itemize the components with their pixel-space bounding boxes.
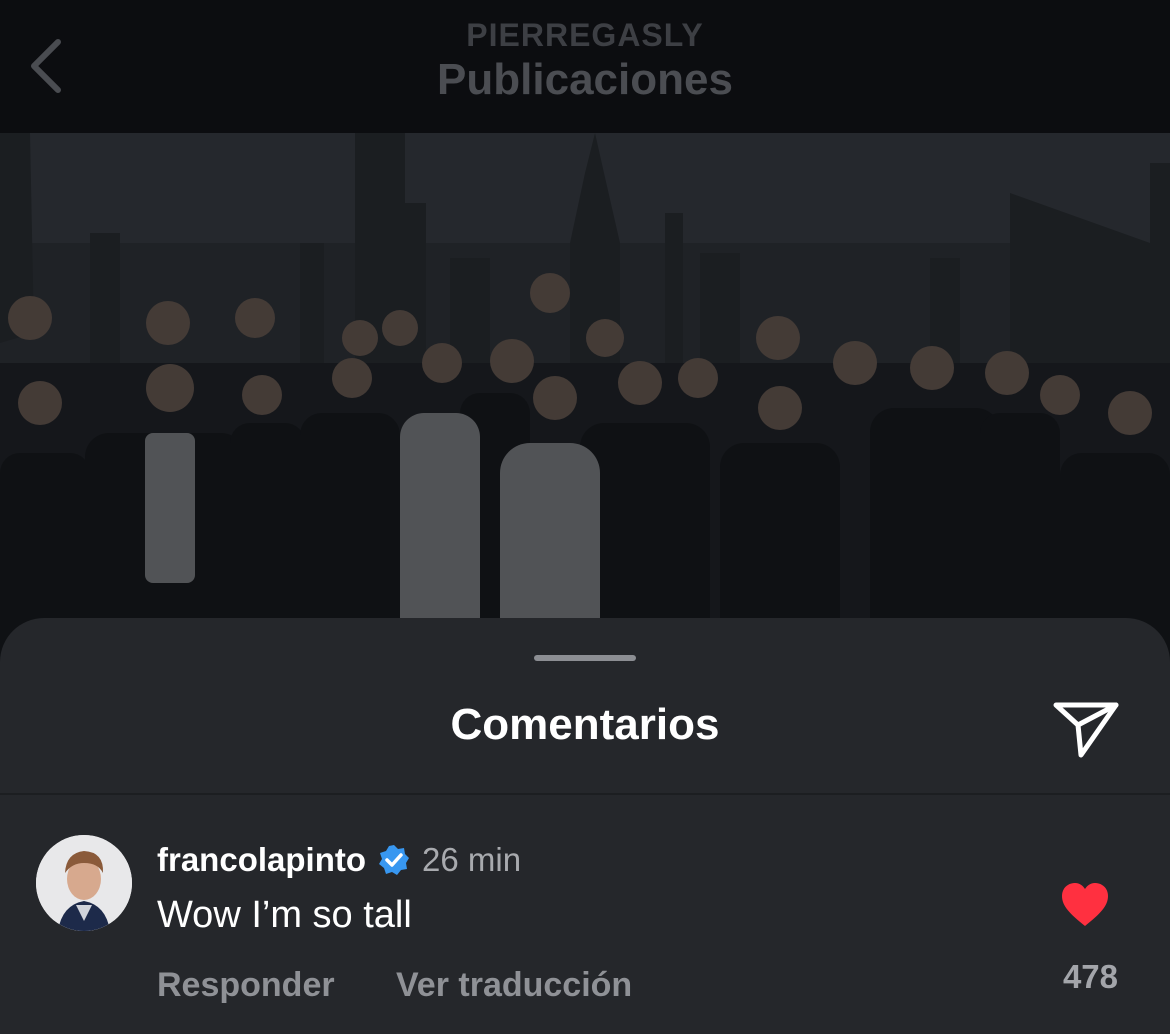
comment-timestamp: 26 min bbox=[422, 841, 522, 878]
reply-button[interactable]: Responder bbox=[157, 966, 335, 1005]
post-photo[interactable] bbox=[0, 133, 1170, 693]
like-button[interactable] bbox=[1058, 880, 1112, 930]
sheet-title: Comentarios bbox=[450, 700, 720, 749]
sheet-grab-handle[interactable] bbox=[534, 655, 636, 661]
comment-text: Wow I’m so tall bbox=[157, 894, 412, 936]
top-bar: PIERREGASLY Publicaciones bbox=[0, 0, 1170, 133]
post-photo-image bbox=[0, 133, 1170, 693]
like-count: 478 bbox=[1062, 958, 1118, 995]
comment-header: francolapinto 26 min bbox=[157, 838, 521, 882]
see-translation-button[interactable]: Ver traducción bbox=[396, 966, 632, 1005]
verified-badge-icon bbox=[378, 844, 410, 876]
header-username: PIERREGASLY bbox=[466, 17, 704, 53]
share-button[interactable] bbox=[1048, 696, 1124, 760]
comments-sheet: Comentarios francolapinto 26 min Wow I’m… bbox=[0, 618, 1170, 1034]
heart-icon bbox=[1062, 883, 1108, 926]
avatar[interactable] bbox=[36, 835, 132, 931]
page-title: Publicaciones bbox=[437, 55, 733, 104]
sheet-divider bbox=[0, 793, 1170, 795]
avatar-image bbox=[36, 835, 132, 931]
comment-username[interactable]: francolapinto bbox=[157, 841, 366, 879]
paper-plane-icon bbox=[1053, 702, 1119, 758]
